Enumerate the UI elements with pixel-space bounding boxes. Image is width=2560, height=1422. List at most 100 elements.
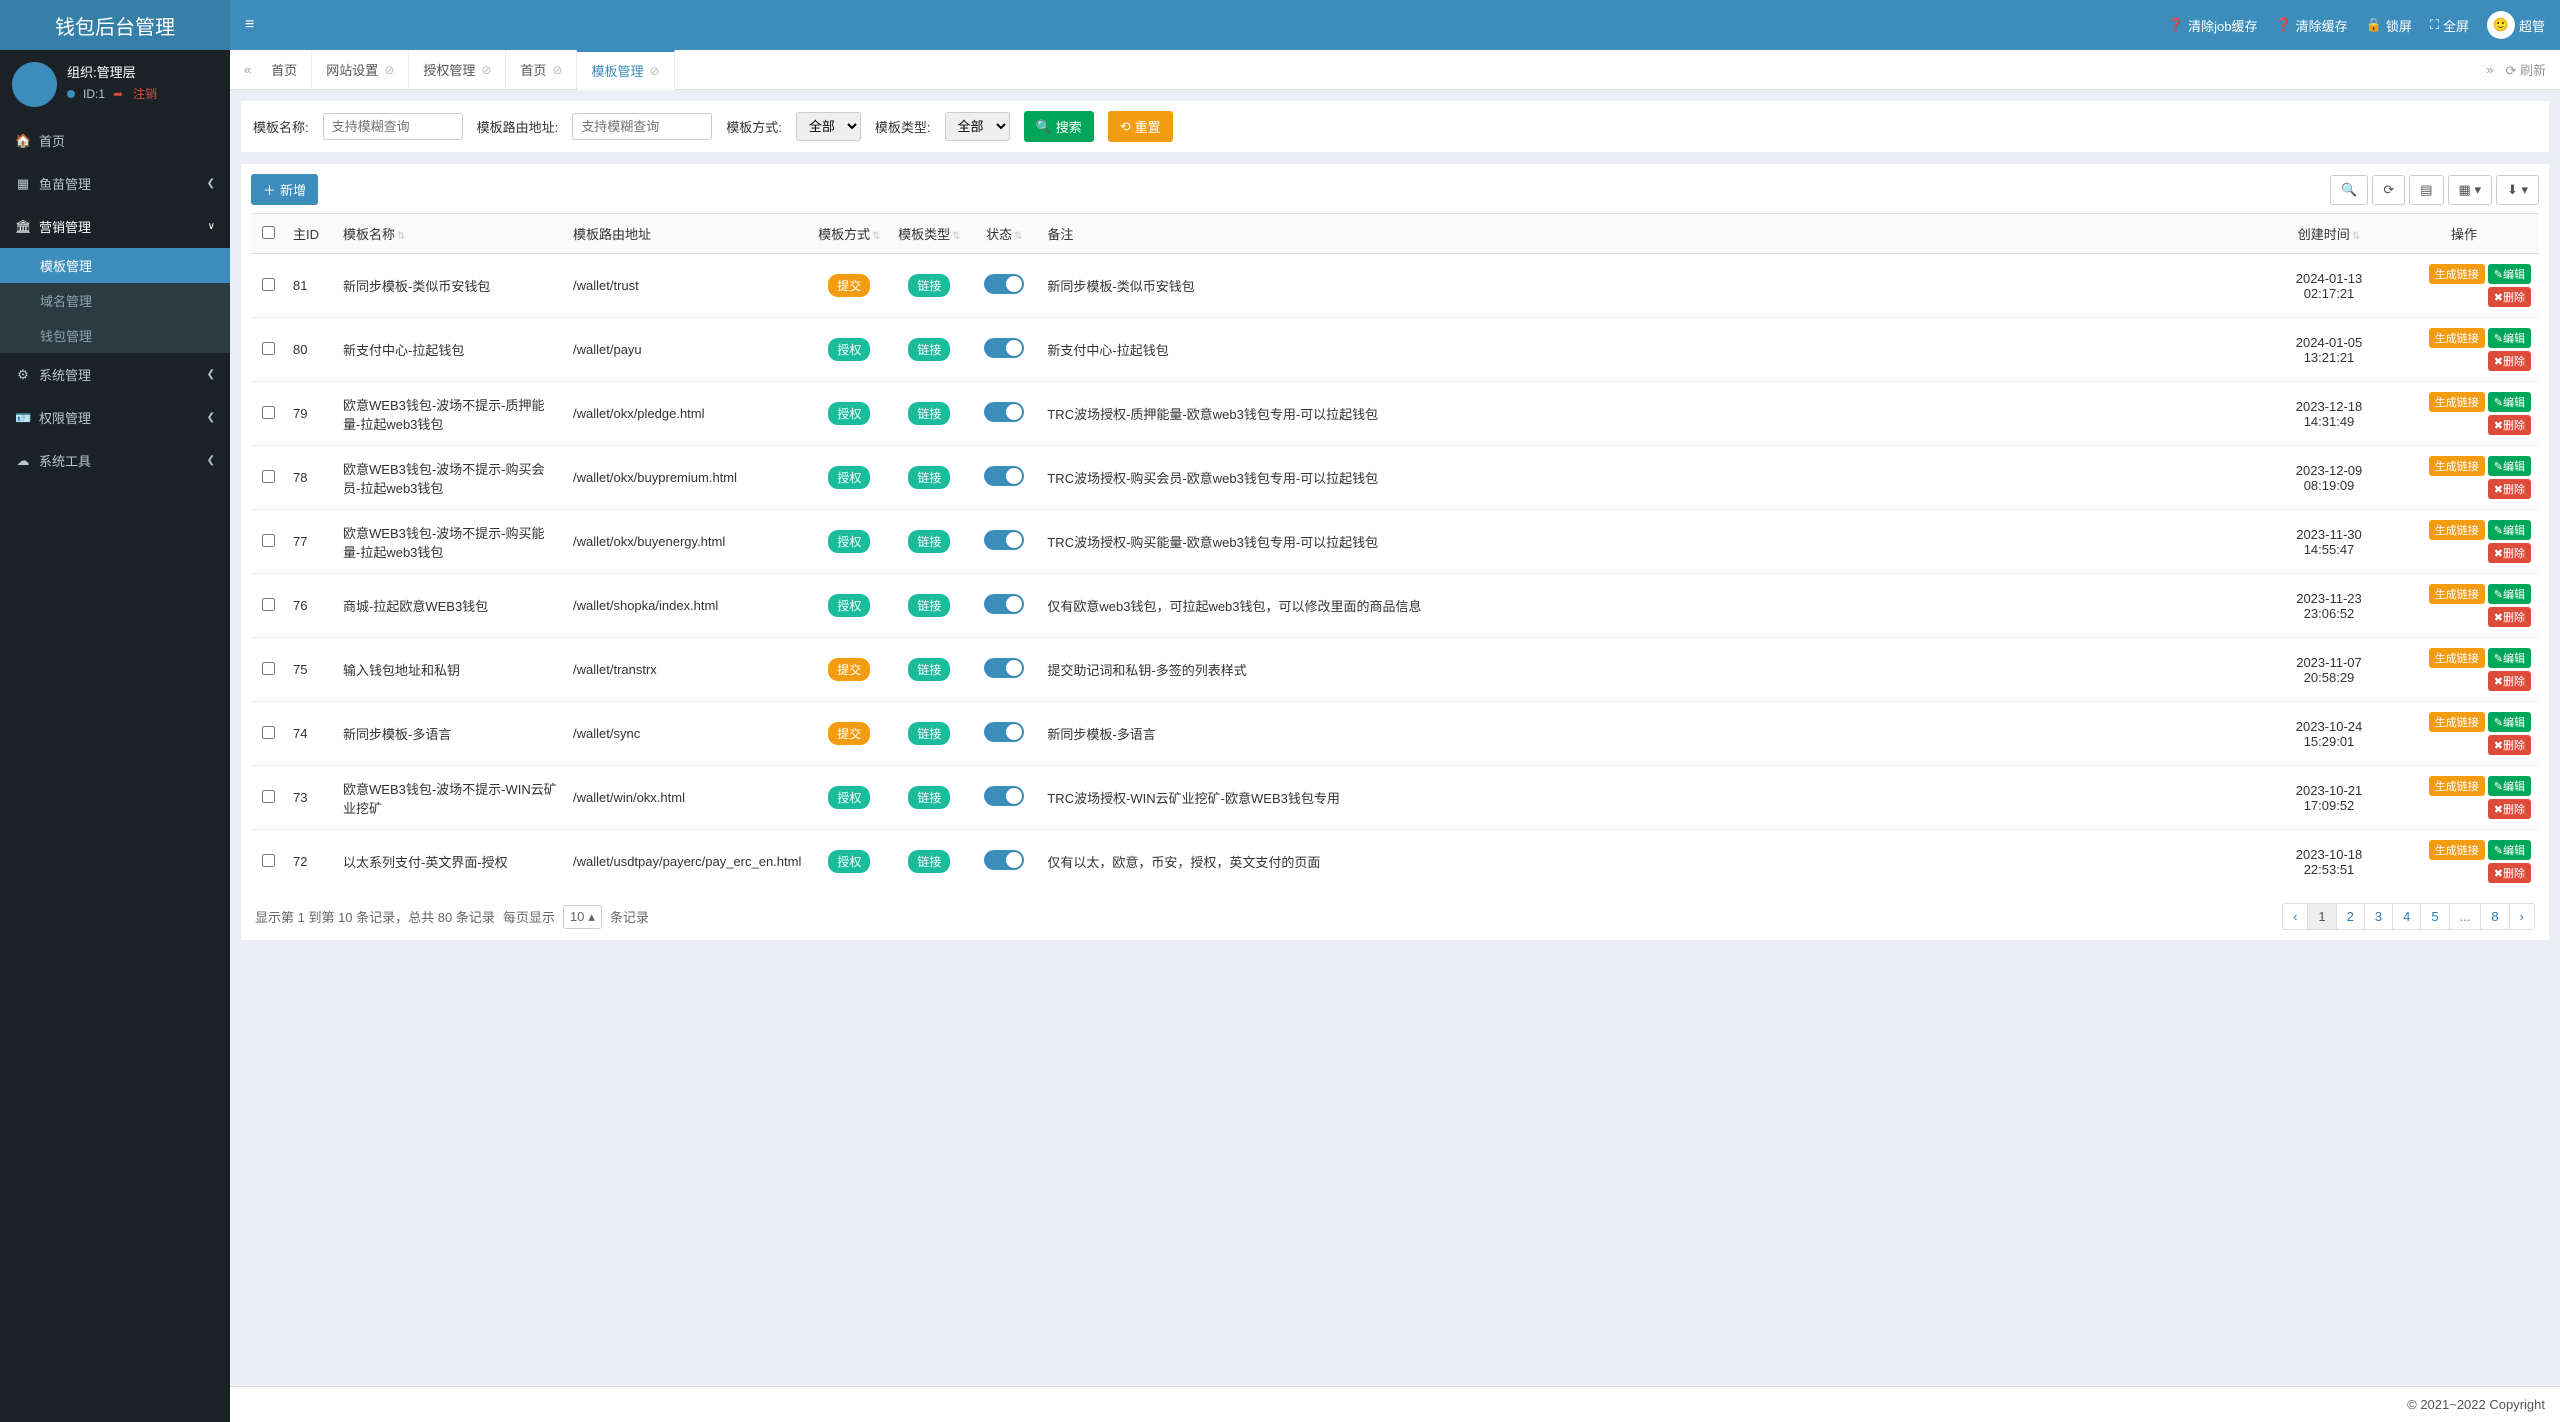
delete-button[interactable]: ✖删除 bbox=[2488, 543, 2531, 563]
sidebar-subitem[interactable]: 钱包管理 bbox=[0, 318, 230, 353]
lock-button[interactable]: 🔒锁屏 bbox=[2366, 16, 2412, 35]
gen-link-button[interactable]: 生成链接 bbox=[2429, 648, 2485, 668]
refresh-button[interactable]: ⟳ 刷新 bbox=[2505, 60, 2546, 79]
search-button[interactable]: 🔍搜索 bbox=[1024, 111, 1094, 142]
gen-link-button[interactable]: 生成链接 bbox=[2429, 456, 2485, 476]
page-link[interactable]: 2 bbox=[2336, 903, 2365, 930]
delete-button[interactable]: ✖删除 bbox=[2488, 415, 2531, 435]
tab[interactable]: 网站设置⊘ bbox=[312, 50, 409, 89]
table-toggle-icon[interactable]: ▤ bbox=[2409, 175, 2443, 205]
user-menu[interactable]: 🙂超管 bbox=[2487, 11, 2545, 39]
sidebar-item[interactable]: ▦鱼苗管理❮ bbox=[0, 162, 230, 205]
page-link[interactable]: 5 bbox=[2420, 903, 2449, 930]
edit-button[interactable]: ✎编辑 bbox=[2488, 520, 2531, 540]
delete-button[interactable]: ✖删除 bbox=[2488, 479, 2531, 499]
close-icon[interactable]: ⊘ bbox=[384, 63, 394, 77]
page-link[interactable]: 1 bbox=[2307, 903, 2336, 930]
delete-button[interactable]: ✖删除 bbox=[2488, 863, 2531, 883]
edit-button[interactable]: ✎编辑 bbox=[2488, 456, 2531, 476]
col-name[interactable]: 模板名称⇅ bbox=[335, 214, 565, 254]
gen-link-button[interactable]: 生成链接 bbox=[2429, 776, 2485, 796]
row-checkbox[interactable] bbox=[262, 854, 275, 867]
page-link[interactable]: ‹ bbox=[2282, 903, 2308, 930]
gen-link-button[interactable]: 生成链接 bbox=[2429, 712, 2485, 732]
page-link[interactable]: › bbox=[2509, 903, 2535, 930]
perpage-select[interactable]: 10▴ bbox=[563, 905, 602, 929]
delete-button[interactable]: ✖删除 bbox=[2488, 735, 2531, 755]
sidebar-item[interactable]: 🏠首页 bbox=[0, 119, 230, 162]
status-toggle[interactable] bbox=[984, 402, 1024, 422]
page-link[interactable]: ... bbox=[2449, 903, 2482, 930]
col-route[interactable]: 模板路由地址 bbox=[565, 214, 809, 254]
sidebar-item[interactable]: 🏛营销管理∨ bbox=[0, 205, 230, 248]
table-columns-icon[interactable]: ▦ ▾ bbox=[2448, 175, 2492, 205]
delete-button[interactable]: ✖删除 bbox=[2488, 671, 2531, 691]
add-button[interactable]: ＋新增 bbox=[251, 174, 318, 205]
delete-button[interactable]: ✖删除 bbox=[2488, 351, 2531, 371]
col-created[interactable]: 创建时间⇅ bbox=[2269, 214, 2389, 254]
row-checkbox[interactable] bbox=[262, 598, 275, 611]
page-link[interactable]: 3 bbox=[2364, 903, 2393, 930]
edit-button[interactable]: ✎编辑 bbox=[2488, 392, 2531, 412]
row-checkbox[interactable] bbox=[262, 726, 275, 739]
status-toggle[interactable] bbox=[984, 786, 1024, 806]
gen-link-button[interactable]: 生成链接 bbox=[2429, 840, 2485, 860]
close-icon[interactable]: ⊘ bbox=[650, 64, 660, 78]
edit-button[interactable]: ✎编辑 bbox=[2488, 648, 2531, 668]
col-type[interactable]: 模板类型⇅ bbox=[889, 214, 969, 254]
col-status[interactable]: 状态⇅ bbox=[969, 214, 1039, 254]
edit-button[interactable]: ✎编辑 bbox=[2488, 264, 2531, 284]
filter-route-input[interactable] bbox=[572, 113, 712, 140]
delete-button[interactable]: ✖删除 bbox=[2488, 799, 2531, 819]
filter-name-input[interactable] bbox=[323, 113, 463, 140]
tab[interactable]: 授权管理⊘ bbox=[409, 50, 506, 89]
close-icon[interactable]: ⊘ bbox=[481, 63, 491, 77]
row-checkbox[interactable] bbox=[262, 278, 275, 291]
status-toggle[interactable] bbox=[984, 466, 1024, 486]
row-checkbox[interactable] bbox=[262, 406, 275, 419]
sidebar-item[interactable]: 🪪权限管理❮ bbox=[0, 396, 230, 439]
status-toggle[interactable] bbox=[984, 658, 1024, 678]
edit-button[interactable]: ✎编辑 bbox=[2488, 584, 2531, 604]
edit-button[interactable]: ✎编辑 bbox=[2488, 776, 2531, 796]
status-toggle[interactable] bbox=[984, 274, 1024, 294]
sidebar-toggle-icon[interactable]: ≡ bbox=[245, 16, 254, 34]
tabs-next-icon[interactable]: » bbox=[2486, 62, 2493, 77]
gen-link-button[interactable]: 生成链接 bbox=[2429, 328, 2485, 348]
status-toggle[interactable] bbox=[984, 594, 1024, 614]
row-checkbox[interactable] bbox=[262, 342, 275, 355]
tab[interactable]: 模板管理⊘ bbox=[577, 50, 674, 90]
row-checkbox[interactable] bbox=[262, 470, 275, 483]
gen-link-button[interactable]: 生成链接 bbox=[2429, 392, 2485, 412]
fullscreen-button[interactable]: ⛶全屏 bbox=[2430, 16, 2469, 35]
close-icon[interactable]: ⊘ bbox=[552, 63, 562, 77]
sidebar-item[interactable]: ☁系统工具❮ bbox=[0, 439, 230, 482]
edit-button[interactable]: ✎编辑 bbox=[2488, 840, 2531, 860]
select-all-checkbox[interactable] bbox=[262, 226, 275, 239]
table-export-icon[interactable]: ⬇ ▾ bbox=[2496, 175, 2539, 205]
row-checkbox[interactable] bbox=[262, 534, 275, 547]
sidebar-subitem[interactable]: 模板管理 bbox=[0, 248, 230, 283]
reset-button[interactable]: ⟲重置 bbox=[1108, 111, 1173, 142]
tab[interactable]: 首页⊘ bbox=[506, 50, 577, 89]
page-link[interactable]: 4 bbox=[2392, 903, 2421, 930]
status-toggle[interactable] bbox=[984, 722, 1024, 742]
row-checkbox[interactable] bbox=[262, 662, 275, 675]
edit-button[interactable]: ✎编辑 bbox=[2488, 328, 2531, 348]
gen-link-button[interactable]: 生成链接 bbox=[2429, 264, 2485, 284]
filter-type-select[interactable]: 全部 bbox=[945, 112, 1010, 141]
row-checkbox[interactable] bbox=[262, 790, 275, 803]
edit-button[interactable]: ✎编辑 bbox=[2488, 712, 2531, 732]
sidebar-subitem[interactable]: 域名管理 bbox=[0, 283, 230, 318]
col-id[interactable]: 主ID bbox=[285, 214, 335, 254]
col-method[interactable]: 模板方式⇅ bbox=[809, 214, 889, 254]
logout-link[interactable]: 注销 bbox=[133, 85, 157, 102]
delete-button[interactable]: ✖删除 bbox=[2488, 287, 2531, 307]
clear-cache-button[interactable]: ❓清除缓存 bbox=[2275, 16, 2347, 35]
table-search-icon[interactable]: 🔍 bbox=[2330, 175, 2368, 205]
clear-job-cache-button[interactable]: ❓清除job缓存 bbox=[2168, 16, 2258, 35]
page-link[interactable]: 8 bbox=[2480, 903, 2509, 930]
tab[interactable]: 首页 bbox=[257, 50, 312, 89]
tabs-prev-icon[interactable]: « bbox=[238, 50, 257, 89]
gen-link-button[interactable]: 生成链接 bbox=[2429, 520, 2485, 540]
